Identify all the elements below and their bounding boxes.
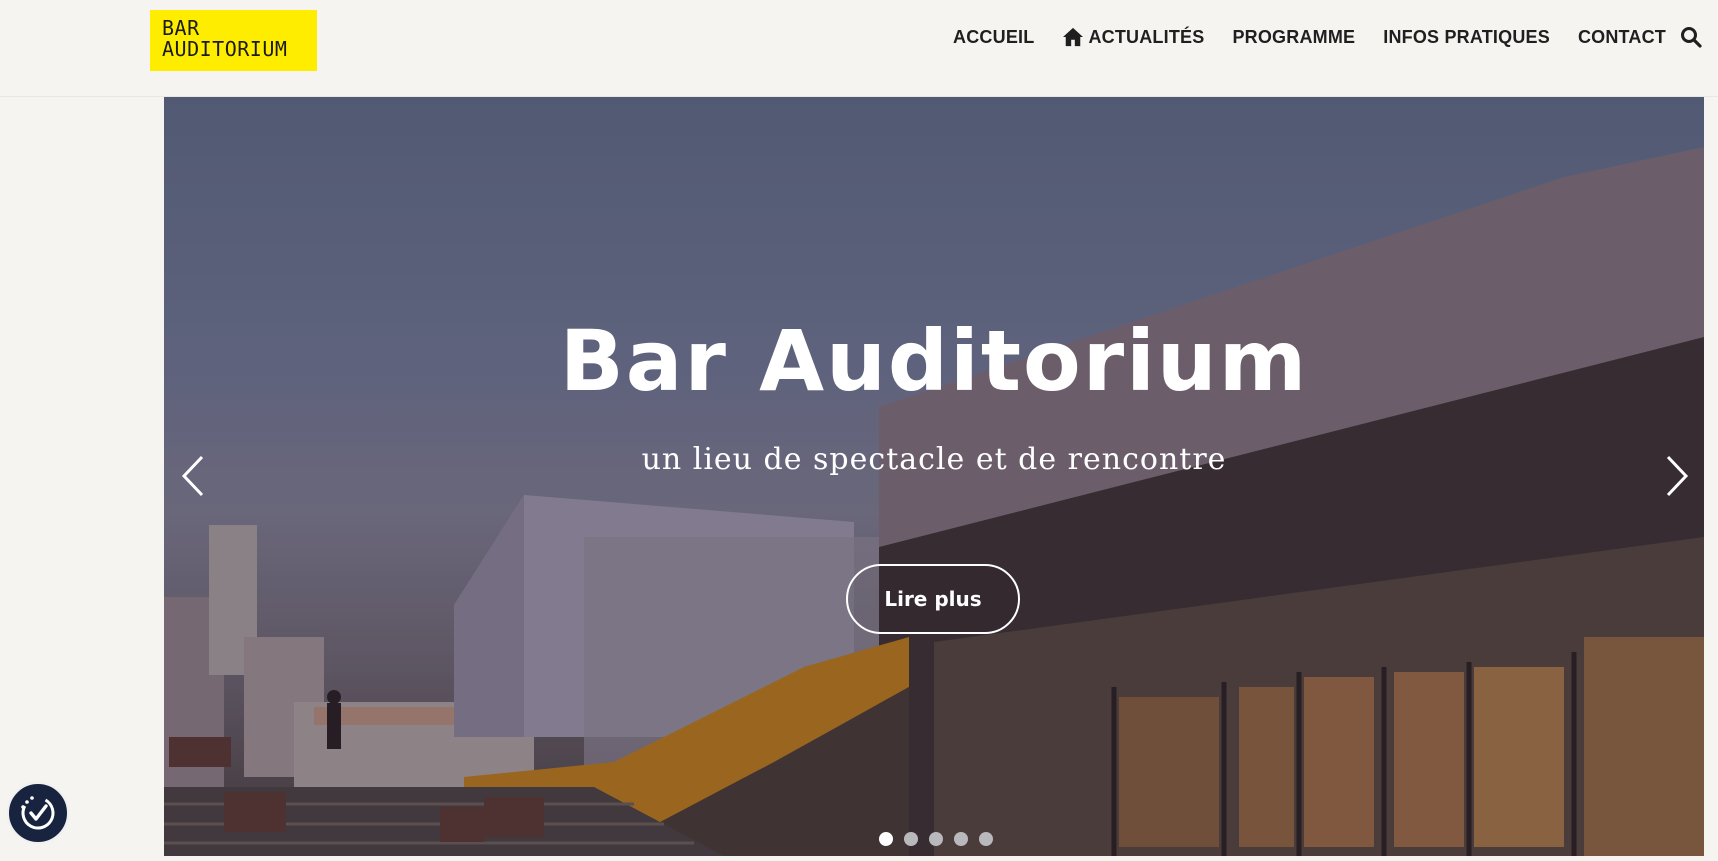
nav-item-label: INFOS PRATIQUES [1383, 26, 1550, 47]
hero-slider: Bar Auditorium un lieu de spectacle et d… [164, 97, 1704, 856]
read-more-label: Lire plus [884, 587, 982, 611]
nav-item-label: CONTACT [1577, 26, 1666, 47]
accessibility-check-icon [21, 796, 55, 830]
nav-item-contact[interactable]: CONTACT [1578, 27, 1666, 48]
nav-item-label: ACTUALITÉS [1088, 26, 1205, 47]
search-icon[interactable] [1680, 26, 1702, 48]
read-more-button[interactable]: Lire plus [846, 564, 1020, 634]
hero-subtitle: un lieu de spectacle et de rencontre [641, 442, 1227, 477]
chevron-right-icon[interactable] [1662, 451, 1692, 501]
slide-dot-2[interactable] [904, 832, 918, 846]
nav-item-accueil[interactable]: ACCUEIL [953, 27, 1034, 48]
nav-item-programme[interactable]: PROGRAMME [1232, 27, 1355, 48]
nav-item-actualites[interactable]: ACTUALITÉS [1062, 27, 1204, 48]
nav-item-label: PROGRAMME [1232, 26, 1356, 47]
slider-pagination [879, 832, 1004, 846]
chevron-left-icon[interactable] [178, 451, 208, 501]
slide-dot-1[interactable] [879, 832, 893, 846]
site-header: BAR AUDITORIUM ACCUEIL ACTUALITÉS PROGRA… [0, 0, 1718, 96]
slide-dot-3[interactable] [929, 832, 943, 846]
slide-dot-4[interactable] [954, 832, 968, 846]
slide-dot-5[interactable] [979, 832, 993, 846]
hero-title: Bar Auditorium [559, 312, 1309, 410]
nav-item-infos-pratiques[interactable]: INFOS PRATIQUES [1383, 27, 1550, 48]
home-icon [1063, 27, 1084, 47]
main-nav: ACCUEIL ACTUALITÉS PROGRAMME INFOS PRATI… [953, 26, 1702, 48]
site-logo[interactable]: BAR AUDITORIUM [150, 10, 317, 71]
accessibility-button[interactable] [7, 782, 69, 844]
nav-item-label: ACCUEIL [953, 26, 1035, 47]
logo-line-2: AUDITORIUM [162, 37, 288, 61]
logo-line-1: BAR [162, 16, 200, 40]
